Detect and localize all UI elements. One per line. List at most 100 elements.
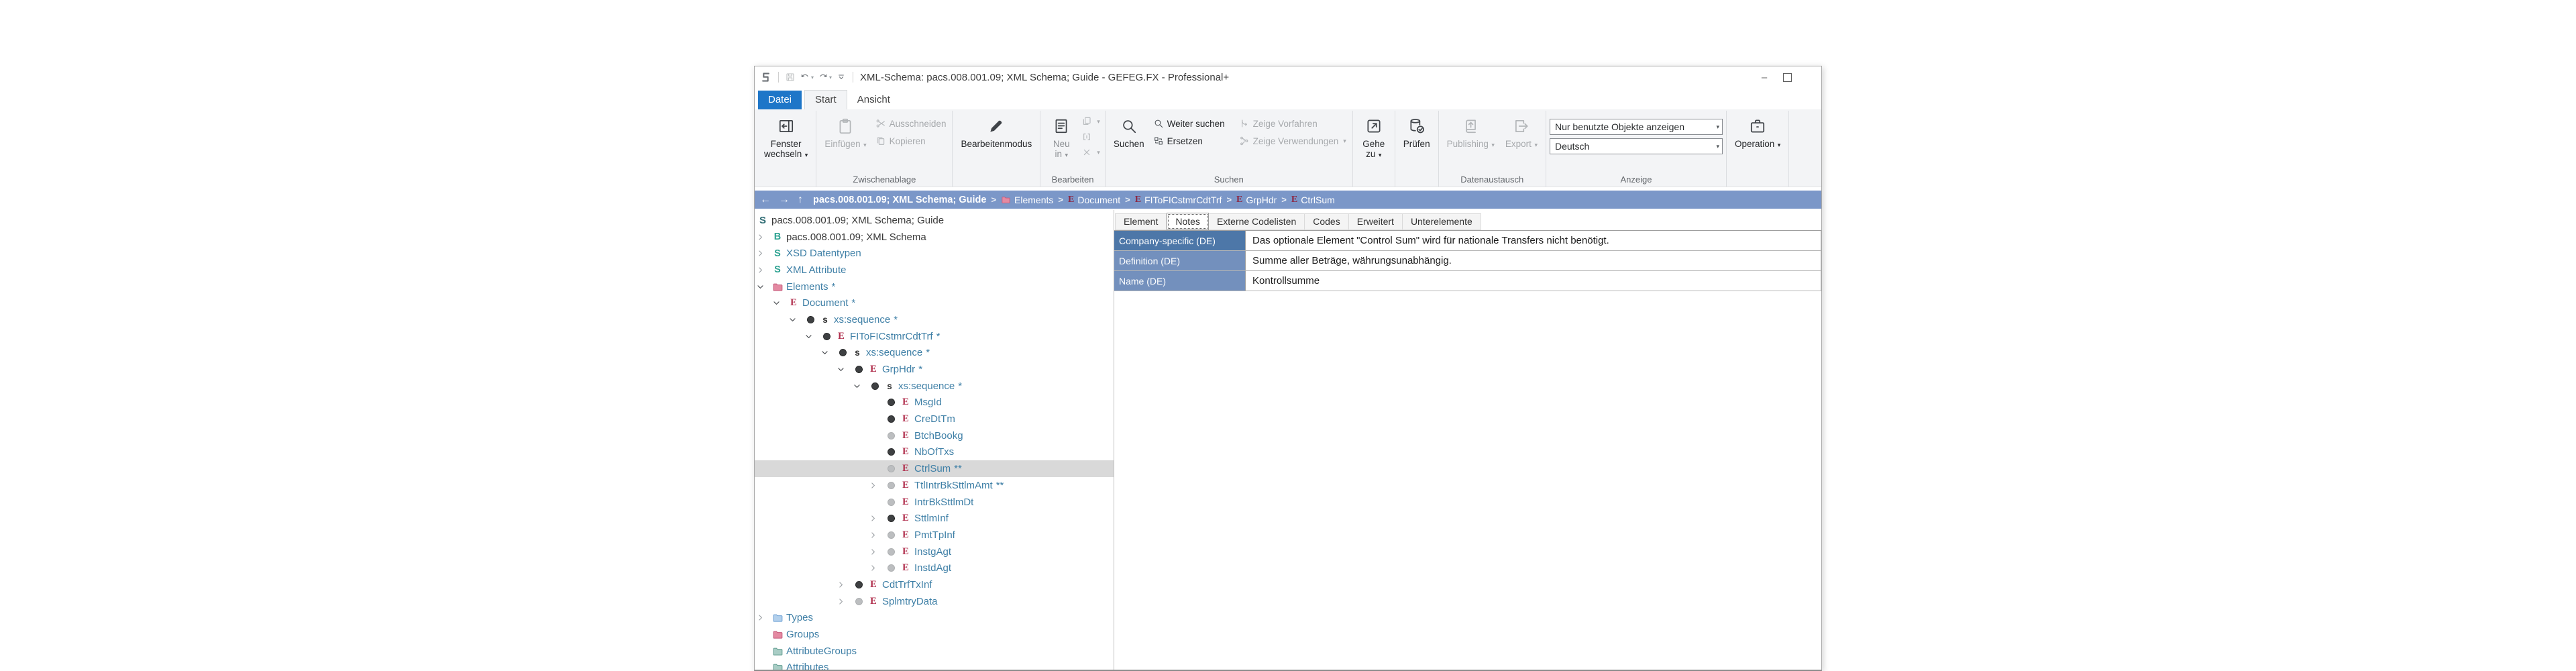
minimize-button[interactable]: –: [1753, 68, 1776, 86]
ribbon-tab-datei[interactable]: Datei: [758, 91, 802, 109]
tree-row-ctrlsum[interactable]: ECtrlSum**: [755, 460, 1114, 477]
detail-tab-codes[interactable]: Codes: [1305, 213, 1348, 230]
tree-row-xsd-datentypen[interactable]: SXSD Datentypen: [755, 245, 1114, 262]
chevron-down-icon[interactable]: [853, 382, 867, 391]
chevron-right-icon[interactable]: [837, 580, 851, 589]
field-value[interactable]: Summe aller Beträge, währungsunabhängig.: [1246, 251, 1821, 270]
ribbon-button-kopieren[interactable]: Kopieren: [873, 135, 949, 147]
tree-row-xs-sequence[interactable]: sxs:sequence*: [755, 378, 1114, 395]
detail-tab-unterelemente[interactable]: Unterelemente: [1403, 213, 1481, 230]
chevron-down-icon[interactable]: [756, 282, 771, 291]
tree-row-xs-sequence[interactable]: sxs:sequence*: [755, 345, 1114, 362]
ribbon-button-fenster-wechseln[interactable]: Fensterwechseln ▾: [759, 112, 812, 160]
tree-row-pmttpinf[interactable]: EPmtTpInf: [755, 527, 1114, 544]
ribbon-button-neu-in[interactable]: Neuin ▾: [1044, 112, 1079, 160]
detail-tab-element[interactable]: Element: [1115, 213, 1167, 230]
chevron-right-icon[interactable]: [869, 548, 883, 556]
tree-row-intrbksttlmdt[interactable]: EIntrBkSttlmDt: [755, 494, 1114, 511]
tree-row-msgid[interactable]: EMsgId: [755, 395, 1114, 411]
undo-icon[interactable]: ▾: [799, 71, 814, 83]
tree-row-cdttrftxinf[interactable]: ECdtTrfTxInf: [755, 576, 1114, 593]
save-icon[interactable]: [784, 71, 796, 83]
tree-row-elements[interactable]: Elements*: [755, 278, 1114, 295]
ribbon-button-operation[interactable]: Operation ▾: [1730, 112, 1785, 150]
chevron-right-icon[interactable]: [756, 266, 771, 274]
combobox-nur-benutzte-objekte-anzeigen[interactable]: Nur benutzte Objekte anzeigen▾: [1550, 119, 1723, 135]
tree-row-sttlminf[interactable]: ESttlmInf: [755, 510, 1114, 527]
chevron-down-icon[interactable]: [804, 332, 819, 341]
breadcrumb-label: Elements: [1014, 195, 1053, 205]
chevron-right-icon[interactable]: [869, 564, 883, 572]
ribbon-button-ausschneiden[interactable]: Ausschneiden: [873, 117, 949, 130]
detail-tab-externe-codelisten[interactable]: Externe Codelisten: [1209, 213, 1305, 230]
tree-row-fitoficstmrcdttrf[interactable]: EFIToFICstmrCdtTrf*: [755, 328, 1114, 345]
chevron-right-icon[interactable]: [756, 249, 771, 258]
tree-row-xml-attribute[interactable]: SXML Attribute: [755, 262, 1114, 278]
tree-row-ttlintrbksttlmamt[interactable]: ETtlIntrBkSttlmAmt**: [755, 477, 1114, 494]
chevron-down-icon[interactable]: [772, 299, 787, 307]
tree-row-xs-sequence[interactable]: sxs:sequence*: [755, 311, 1114, 328]
tree-row-attributegroups[interactable]: AttributeGroups: [755, 643, 1114, 660]
chevron-right-icon[interactable]: [869, 531, 883, 539]
ribbon-tab-start[interactable]: Start: [804, 90, 847, 109]
tree-row-btchbookg[interactable]: EBtchBookg: [755, 427, 1114, 444]
ribbon-button-rename[interactable]: [1080, 131, 1102, 143]
breadcrumb-item-fitoficstmrcdttrf[interactable]: EFIToFICstmrCdtTrf: [1135, 195, 1222, 205]
ribbon-button-duplicate[interactable]: ▾: [1080, 115, 1102, 127]
chevron-right-icon[interactable]: [756, 233, 771, 242]
breadcrumb-up-button[interactable]: ↑: [798, 195, 803, 205]
breadcrumb-item-document[interactable]: EDocument: [1068, 195, 1120, 205]
tree-node-label: Attributes: [786, 662, 828, 670]
tree-row-attributes[interactable]: Attributes: [755, 660, 1114, 670]
ribbon-button-suchen[interactable]: Suchen: [1109, 112, 1149, 149]
tree-row-grphdr[interactable]: EGrpHdr*: [755, 361, 1114, 378]
breadcrumb-forward-button[interactable]: →: [779, 195, 790, 205]
gefeg-logo-icon[interactable]: [759, 70, 773, 85]
breadcrumb-item-grphdr[interactable]: EGrpHdr: [1236, 195, 1277, 205]
breadcrumb-back-button[interactable]: ←: [760, 195, 771, 205]
chevron-down-icon[interactable]: [788, 315, 803, 324]
ribbon-button-zeige-verwendungen[interactable]: Zeige Verwendungen▾: [1236, 135, 1349, 147]
ribbon-button-delete[interactable]: ▾: [1080, 146, 1102, 158]
tree-node-label: GrpHdr: [882, 364, 915, 375]
dropdown-arrow-icon: ▾: [1097, 118, 1100, 125]
tree-row-instgagt[interactable]: EInstgAgt: [755, 544, 1114, 560]
ribbon-tab-ansicht[interactable]: Ansicht: [847, 91, 900, 109]
breadcrumb-item-ctrlsum[interactable]: ECtrlSum: [1291, 195, 1335, 205]
maximize-button[interactable]: [1776, 68, 1799, 86]
ribbon-button-bearbeitenmodus[interactable]: Bearbeitenmodus: [956, 112, 1036, 149]
detail-tab-erweitert[interactable]: Erweitert: [1349, 213, 1403, 230]
chevron-right-icon[interactable]: [837, 597, 851, 606]
chevron-right-icon[interactable]: [869, 481, 883, 490]
ribbon-button-prüfen[interactable]: Prüfen: [1399, 112, 1435, 149]
tree-row-instdagt[interactable]: EInstdAgt: [755, 560, 1114, 576]
tree-row-document[interactable]: EDocument*: [755, 295, 1114, 311]
chevron-right-icon[interactable]: [869, 514, 883, 523]
ribbon-button-publishing[interactable]: Publishing ▾: [1442, 112, 1499, 150]
customize-toolbar-icon[interactable]: [835, 71, 847, 83]
occurrence-bullet: [851, 598, 867, 605]
tree-row-credttm[interactable]: ECreDtTm: [755, 411, 1114, 427]
chevron-down-icon[interactable]: [837, 365, 851, 374]
ribbon-button-export[interactable]: Export ▾: [1501, 112, 1542, 150]
tree-row-nboftxs[interactable]: ENbOfTxs: [755, 444, 1114, 461]
field-value[interactable]: Das optionale Element "Control Sum" wird…: [1246, 231, 1821, 250]
breadcrumb-item-elements[interactable]: Elements: [1001, 195, 1053, 205]
ribbon-button-gehe-zu[interactable]: Gehezu ▾: [1356, 112, 1391, 160]
chevron-right-icon[interactable]: [756, 613, 771, 622]
ribbon-button-zeige-vorfahren[interactable]: Zeige Vorfahren: [1236, 117, 1349, 130]
ribbon-button-einfügen[interactable]: Einfügen ▾: [820, 112, 871, 150]
field-value[interactable]: Kontrollsumme: [1246, 271, 1821, 291]
tree-row-pacs-008-001-09-xml-schema-guide[interactable]: Spacs.008.001.09; XML Schema; Guide: [755, 212, 1114, 229]
combobox-deutsch[interactable]: Deutsch▾: [1550, 138, 1723, 154]
chevron-down-icon[interactable]: [820, 348, 835, 357]
tree-row-pacs-008-001-09-xml-schema[interactable]: Bpacs.008.001.09; XML Schema: [755, 229, 1114, 246]
ribbon-button-ersetzen[interactable]: Ersetzen: [1150, 135, 1228, 147]
detail-tab-notes[interactable]: Notes: [1167, 213, 1209, 230]
ribbon-button-weiter-suchen[interactable]: Weiter suchen: [1150, 117, 1228, 130]
tree-row-splmtrydata[interactable]: ESplmtryData: [755, 593, 1114, 610]
tree-row-types[interactable]: Types: [755, 610, 1114, 627]
tree-row-groups[interactable]: Groups: [755, 626, 1114, 643]
breadcrumb-item-pacs-008-001-09-xml-schema-guide[interactable]: pacs.008.001.09; XML Schema; Guide: [813, 195, 986, 205]
redo-icon[interactable]: ▾: [817, 71, 833, 83]
